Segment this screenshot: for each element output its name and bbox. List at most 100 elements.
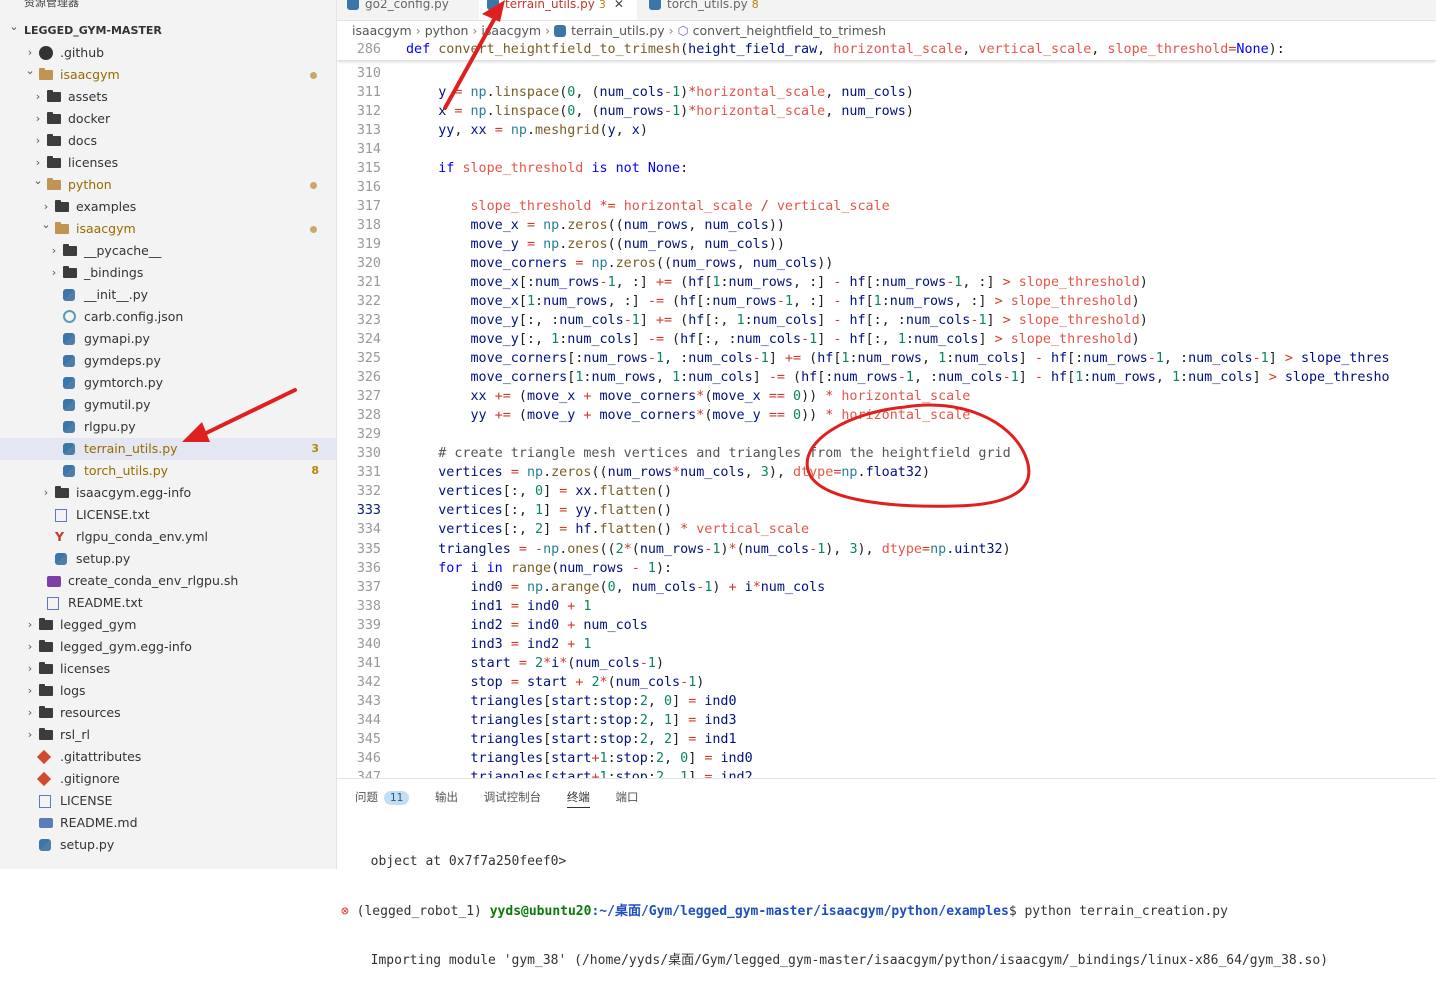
line-number: 345 [356, 731, 381, 747]
breadcrumb-item[interactable]: terrain_utils.py [571, 23, 665, 38]
tree-item[interactable]: README.md [0, 812, 336, 834]
tree-item[interactable]: › .github [0, 42, 336, 64]
tree-item[interactable]: setup.py [0, 834, 336, 856]
problems-badge: 3 [311, 442, 319, 455]
tree-item[interactable]: gymdeps.py [0, 350, 336, 372]
tree-item[interactable]: › licenses [0, 658, 336, 680]
explorer-sidebar: 资源管理器 ··· ⌄ LEGGED_GYM-MASTER › .github ⌄ isa… [0, 0, 337, 869]
tree-item[interactable]: › __pycache__ [0, 240, 336, 262]
line-number: 323 [356, 313, 381, 329]
chevron-right-icon[interactable]: › [24, 724, 36, 746]
tree-item-label: rlgpu_conda_env.yml [76, 529, 209, 544]
tree-item[interactable]: ⌄ LEGGED_GYM-MASTER [0, 20, 336, 42]
tree-item[interactable]: › legged_gym [0, 614, 336, 636]
tree-item[interactable]: gymtorch.py [0, 372, 336, 394]
chevron-right-icon[interactable]: › [32, 130, 44, 152]
chevron-right-icon[interactable]: › [24, 636, 36, 658]
tree-item[interactable]: carb.config.json [0, 306, 336, 328]
tree-item[interactable]: gymutil.py [0, 394, 336, 416]
tree-item-label: terrain_utils.py [84, 441, 178, 456]
terminal[interactable]: object at 0x7f7a250feef0> ⊗ (legged_robo… [337, 821, 1436, 1003]
tree-item[interactable]: .gitignore [0, 768, 336, 790]
git-icon [36, 771, 52, 787]
line-number: 343 [356, 693, 381, 709]
tree-item-label: isaacgym [60, 67, 120, 82]
chevron-down-icon[interactable]: ⌄ [32, 170, 44, 192]
tab-debug-console[interactable]: 调试控制台 [484, 790, 542, 804]
sticky-scroll-line[interactable]: 286 def convert_heightfield_to_trimesh(h… [337, 40, 1436, 60]
python-file-icon [347, 0, 359, 10]
chevron-right-icon[interactable]: › [48, 262, 60, 284]
chevron-down-icon[interactable]: ⌄ [8, 16, 20, 38]
tree-item[interactable]: ⌄ isaacgym [0, 64, 336, 86]
tree-item-label: legged_gym.egg-info [60, 639, 192, 654]
chevron-right-icon[interactable]: › [24, 680, 36, 702]
tree-item[interactable]: create_conda_env_rlgpu.sh [0, 570, 336, 592]
tree-item[interactable]: torch_utils.py 8 [0, 460, 336, 482]
breadcrumb-item[interactable]: python [425, 23, 469, 38]
tab-go2-config[interactable]: go2_config.py [339, 0, 479, 20]
breadcrumb-item[interactable]: convert_heightfield_to_trimesh [693, 23, 887, 38]
chevron-right-icon[interactable]: › [48, 240, 60, 262]
more-actions-icon[interactable]: ··· [304, 0, 317, 8]
tree-item[interactable]: rlgpu.py [0, 416, 336, 438]
chevron-right-icon[interactable]: › [24, 658, 36, 680]
panel-tabs: 问题 11 输出 调试控制台 终端 端口 [355, 789, 661, 808]
github-icon [39, 46, 53, 60]
tree-item-label: carb.config.json [84, 309, 184, 324]
tree-item[interactable]: .gitattributes [0, 746, 336, 768]
tree-item[interactable]: › isaacgym.egg-info [0, 482, 336, 504]
tree-item[interactable]: › _bindings [0, 262, 336, 284]
chevron-right-icon: › [415, 23, 421, 38]
tab-ports[interactable]: 端口 [616, 790, 639, 804]
bottom-panel: 问题 11 输出 调试控制台 终端 端口 object at 0x7f7a250f… [337, 778, 1436, 968]
tree-item[interactable]: setup.py [0, 548, 336, 570]
tree-item[interactable]: ⌄ python [0, 174, 336, 196]
line-number: 330 [356, 446, 381, 462]
tree-item[interactable]: ⌄ isaacgym [0, 218, 336, 240]
code-editor[interactable]: 286 def convert_heightfield_to_trimesh(h… [337, 40, 1436, 778]
code-line: move_x = np.zeros((num_rows, num_cols)) [470, 218, 785, 234]
tree-item[interactable]: LICENSE [0, 790, 336, 812]
tab-terrain-utils[interactable]: terrain_utils.py 3 ✕ [479, 0, 637, 20]
line-number: 314 [356, 142, 381, 158]
chevron-down-icon[interactable]: ⌄ [40, 214, 52, 236]
tree-item[interactable]: __init__.py [0, 284, 336, 306]
code-line: x = np.linspace(0, (num_rows-1)*horizont… [438, 104, 914, 120]
chevron-down-icon[interactable]: ⌄ [24, 60, 36, 82]
tree-item[interactable]: LICENSE.txt [0, 504, 336, 526]
tree-item[interactable]: › docs [0, 130, 336, 152]
tree-item[interactable]: › resources [0, 702, 336, 724]
folder-icon [63, 266, 77, 278]
line-number: 337 [356, 579, 381, 595]
chevron-right-icon[interactable]: › [24, 702, 36, 724]
tab-torch-utils[interactable]: torch_utils.py 8 [641, 0, 789, 20]
close-icon[interactable]: ✕ [614, 0, 624, 11]
tree-item-label: gymapi.py [84, 331, 150, 346]
tree-item[interactable]: › docker [0, 108, 336, 130]
shell-file-icon [47, 576, 61, 587]
tab-output[interactable]: 输出 [435, 790, 458, 804]
tab-terminal[interactable]: 终端 [566, 790, 590, 808]
chevron-right-icon[interactable]: › [32, 108, 44, 130]
tree-item[interactable]: terrain_utils.py 3 [0, 438, 336, 460]
tab-problems[interactable]: 问题 [355, 790, 378, 804]
tree-item[interactable]: › licenses [0, 152, 336, 174]
tree-item[interactable]: gymapi.py [0, 328, 336, 350]
tree-item[interactable]: › assets [0, 86, 336, 108]
line-number: 332 [356, 484, 381, 500]
tree-item[interactable]: › legged_gym.egg-info [0, 636, 336, 658]
breadcrumb-item[interactable]: isaacgym [352, 23, 412, 38]
tree-item-label: licenses [60, 661, 111, 676]
tree-item[interactable]: › logs [0, 680, 336, 702]
breadcrumb-item[interactable]: isaacgym [481, 23, 541, 38]
tree-item[interactable]: README.txt [0, 592, 336, 614]
problems-count-badge: 11 [384, 791, 410, 805]
chevron-right-icon[interactable]: › [32, 86, 44, 108]
chevron-right-icon[interactable]: › [24, 614, 36, 636]
tree-item[interactable]: Yrlgpu_conda_env.yml [0, 526, 336, 548]
chevron-right-icon[interactable]: › [40, 482, 52, 504]
tree-item[interactable]: › rsl_rl [0, 724, 336, 746]
python-file-icon [63, 333, 75, 345]
code-line: move_y[:, 1:num_cols] -= (hf[:, :num_col… [470, 332, 1140, 348]
